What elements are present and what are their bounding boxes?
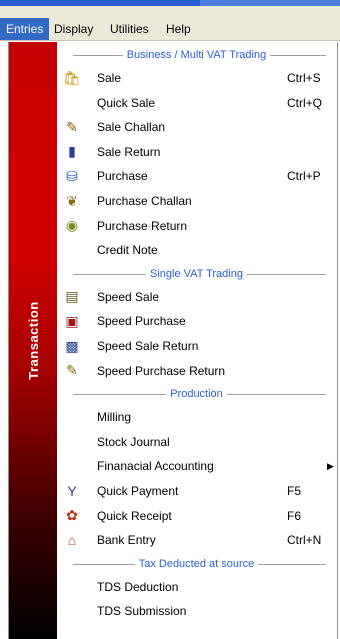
menu-item-purchase[interactable]: ⛁ Purchase Ctrl+P bbox=[57, 164, 336, 188]
menu-item-purchase-challan[interactable]: ❦ Purchase Challan bbox=[57, 189, 336, 213]
menu-item-bank-entry[interactable]: ⌂ Bank Entry Ctrl+N bbox=[57, 528, 336, 552]
menu-item-label: Bank Entry bbox=[97, 533, 156, 548]
section-header: Tax Deducted at source bbox=[57, 553, 336, 575]
menu-item-quick-receipt[interactable]: ✿ Quick Receipt F6 bbox=[57, 504, 336, 528]
bank-entry-icon: ⌂ bbox=[67, 532, 77, 549]
quick-receipt-icon: ✿ bbox=[66, 507, 78, 524]
section-header: Business / Multi VAT Trading bbox=[57, 44, 336, 66]
menu-item-purchase-return[interactable]: ◉ Purchase Return bbox=[57, 214, 336, 238]
speed-purchase-return-icon: ✎ bbox=[66, 362, 78, 379]
section-header-label: Production bbox=[166, 388, 227, 401]
title-bar-strip bbox=[0, 0, 340, 6]
menu-item-label: TDS Submission bbox=[97, 604, 187, 619]
menu-item-milling[interactable]: Milling bbox=[57, 405, 336, 429]
menu-item-label: Stock Journal bbox=[97, 434, 170, 449]
entries-dropdown: Transaction Business / Multi VAT Trading… bbox=[8, 42, 338, 639]
menu-item-label: Quick Payment bbox=[97, 484, 179, 498]
menu-item-tds-submission[interactable]: TDS Submission bbox=[57, 599, 336, 623]
sale-return-icon: ▮ bbox=[68, 143, 76, 160]
menu-item-label: Credit Note bbox=[97, 243, 158, 258]
menu-item-speed-sale-return[interactable]: ▩ Speed Sale Return bbox=[57, 334, 336, 358]
section-header-label: Business / Multi VAT Trading bbox=[122, 49, 271, 61]
transaction-sidebar: Transaction bbox=[9, 42, 57, 639]
speed-sale-return-icon: ▩ bbox=[65, 337, 79, 354]
menu-item-sale[interactable]: 🛍 Sale Ctrl+S bbox=[57, 66, 336, 90]
section-header: Production bbox=[57, 383, 336, 405]
menu-item-label: TDS Deduction bbox=[97, 579, 179, 594]
sale-icon: 🛍 bbox=[63, 69, 81, 86]
menu-item-label: Finanacial Accounting bbox=[97, 459, 214, 474]
section-header: Single VAT Trading bbox=[57, 263, 336, 285]
submenu-arrow-icon: ▶ bbox=[327, 461, 334, 472]
menu-item-label: Speed Sale bbox=[97, 289, 160, 304]
menu-item-label: Quick Receipt bbox=[97, 508, 172, 523]
menu-item-label: Speed Purchase Return bbox=[97, 363, 226, 378]
menu-item-label: Purchase bbox=[97, 169, 148, 184]
sale-challan-icon: ✎ bbox=[66, 118, 78, 135]
quick-payment-icon: Y bbox=[67, 483, 77, 499]
menu-item-credit-note[interactable]: Credit Note bbox=[57, 238, 336, 262]
menu-entries[interactable]: Entries bbox=[0, 18, 50, 40]
menu-item-finanacial-accounting[interactable]: Finanacial Accounting ▶ bbox=[57, 454, 336, 478]
menu-display[interactable]: Display bbox=[48, 18, 99, 40]
section-header-label: Single VAT Trading bbox=[146, 267, 247, 280]
menu-item-label: Purchase Challan bbox=[97, 194, 192, 208]
menu-item-shortcut: F6 bbox=[287, 508, 302, 523]
purchase-return-icon: ◉ bbox=[65, 217, 79, 234]
speed-purchase-icon: ▣ bbox=[65, 312, 79, 329]
menu-item-shortcut: Ctrl+P bbox=[287, 169, 321, 184]
menu-item-label: Sale Challan bbox=[97, 120, 166, 135]
sidebar-label: Transaction bbox=[25, 301, 41, 380]
menu-item-speed-purchase-return[interactable]: ✎ Speed Purchase Return bbox=[57, 359, 336, 383]
menu-item-quick-payment[interactable]: Y Quick Payment F5 bbox=[57, 479, 336, 503]
menu-item-stock-journal[interactable]: Stock Journal bbox=[57, 430, 336, 454]
menu-item-sale-challan[interactable]: ✎ Sale Challan bbox=[57, 115, 336, 139]
section-header-label: Tax Deducted at source bbox=[134, 557, 259, 570]
menu-item-quick-sale[interactable]: Quick Sale Ctrl+Q bbox=[57, 91, 336, 115]
menu-item-shortcut: F5 bbox=[287, 484, 302, 498]
menu-bar: Entries Display Utilities Help bbox=[0, 0, 340, 41]
menu-item-speed-purchase[interactable]: ▣ Speed Purchase bbox=[57, 309, 336, 333]
purchase-challan-icon: ❦ bbox=[66, 192, 78, 209]
menu-utilities[interactable]: Utilities bbox=[104, 18, 155, 40]
speed-sale-icon: ▤ bbox=[65, 288, 79, 305]
menu-item-shortcut: Ctrl+S bbox=[287, 71, 321, 85]
menu-item-sale-return[interactable]: ▮ Sale Return bbox=[57, 140, 336, 164]
menu-item-label: Sale Return bbox=[97, 144, 161, 159]
menu-item-label: Sale bbox=[97, 71, 122, 85]
menu-item-label: Speed Purchase bbox=[97, 314, 186, 329]
menu-item-shortcut: Ctrl+N bbox=[287, 533, 322, 548]
menu-item-label: Purchase Return bbox=[97, 218, 188, 233]
menu-help[interactable]: Help bbox=[160, 18, 197, 40]
menu-item-tds-deduction[interactable]: TDS Deduction bbox=[57, 575, 336, 599]
menu-item-shortcut: Ctrl+Q bbox=[287, 95, 323, 110]
menu-item-label: Quick Sale bbox=[97, 95, 156, 110]
menu-item-speed-sale[interactable]: ▤ Speed Sale bbox=[57, 285, 336, 309]
purchase-icon: ⛁ bbox=[66, 167, 78, 184]
menu-item-label: Speed Sale Return bbox=[97, 339, 199, 353]
menu-item-label: Milling bbox=[97, 410, 132, 425]
